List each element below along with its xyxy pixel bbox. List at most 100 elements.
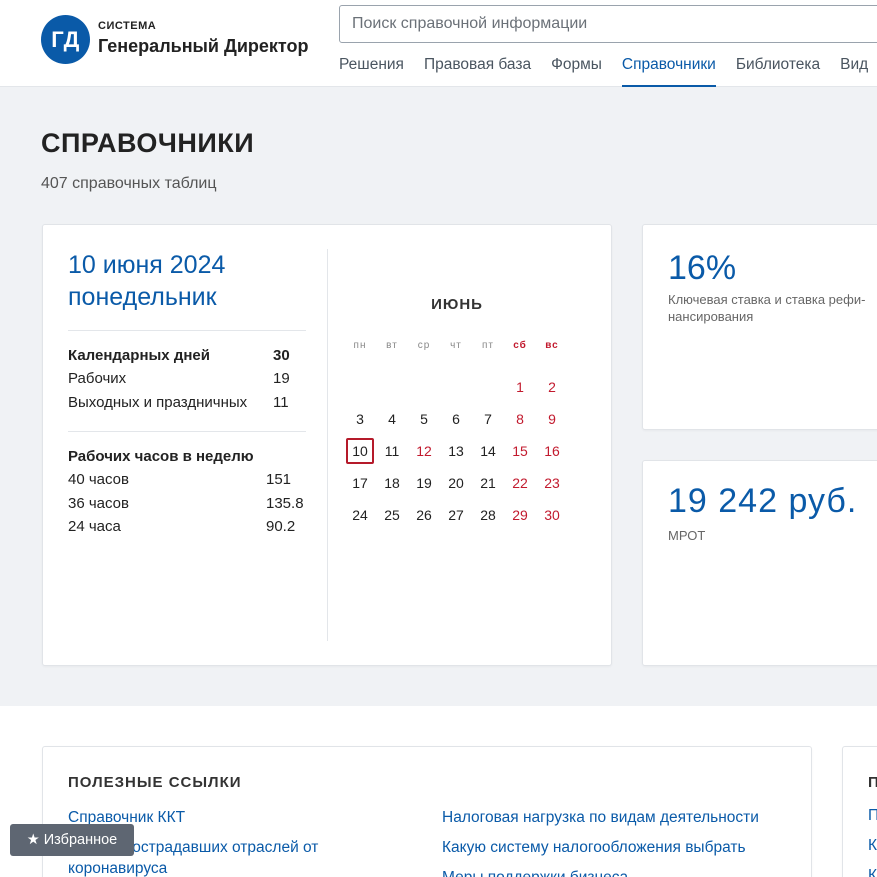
- favorites-button[interactable]: ★ Избранное: [10, 824, 134, 856]
- key-rate-value: 16%: [668, 249, 737, 287]
- calendar-day[interactable]: 26: [408, 502, 440, 528]
- current-weekday: понедельник: [68, 283, 217, 311]
- stat-value: 30: [273, 347, 290, 364]
- weekday-header: пн: [353, 340, 367, 351]
- hours-value: 151: [266, 471, 292, 488]
- calendar-day[interactable]: 12: [408, 438, 440, 464]
- calendar-day[interactable]: 16: [536, 438, 568, 464]
- calendar-day[interactable]: 5: [408, 406, 440, 432]
- hours-label: 36 часов: [68, 495, 129, 512]
- calendar-day-today[interactable]: 10: [346, 438, 374, 464]
- nav-item-references[interactable]: Справочники: [621, 54, 716, 87]
- calendar-day[interactable]: 18: [376, 470, 408, 496]
- weekday-header: вс: [545, 340, 559, 351]
- nav-item-legal-base[interactable]: Правовая база: [424, 54, 531, 87]
- search-input[interactable]: [339, 5, 877, 43]
- link-business-support[interactable]: Меры поддержки бизнеса: [442, 867, 628, 877]
- stat-value: 19: [273, 370, 290, 387]
- calendar-day[interactable]: 28: [472, 502, 504, 528]
- stat-holidays: Выходных и праздничных 11: [68, 394, 308, 411]
- link-tax-burden[interactable]: Налоговая нагрузка по видам деятельности: [442, 807, 759, 828]
- star-icon: ★: [26, 832, 40, 848]
- calendar-day[interactable]: 1: [504, 374, 536, 400]
- favorites-label: Избранное: [43, 832, 118, 848]
- calendar-day[interactable]: 9: [536, 406, 568, 432]
- right-card-link[interactable]: П: [868, 807, 877, 825]
- useful-links-card: ПОЛЕЗНЫЕ ССЫЛКИ Справочник ККТ Список по…: [42, 746, 812, 877]
- calendar-card: 10 июня 2024 понедельник Календарных дне…: [42, 224, 612, 666]
- calendar-day-empty: [440, 374, 472, 400]
- stat-label: Рабочих: [68, 370, 127, 387]
- calendar-month: ИЮНЬ: [431, 296, 483, 313]
- calendar-day[interactable]: 20: [440, 470, 472, 496]
- hours-row-36: 36 часов 135.8: [68, 495, 308, 512]
- calendar-day-empty: [472, 374, 504, 400]
- weekday-header: сб: [513, 340, 527, 351]
- calendar-day[interactable]: 27: [440, 502, 472, 528]
- weekday-header: вт: [386, 340, 398, 351]
- calendar-grid: пн вт ср чт пт сб вс 1 2 3 4 5 6 7 8 9 10 11 12 13 14 15 16 17 1…: [344, 339, 568, 531]
- calendar-day[interactable]: 8: [504, 406, 536, 432]
- hours-value: 135.8: [266, 495, 304, 512]
- calendar-day[interactable]: 24: [344, 502, 376, 528]
- hours-row-24: 24 часа 90.2: [68, 518, 308, 535]
- calendar-day[interactable]: 30: [536, 502, 568, 528]
- calendar-day[interactable]: 3: [344, 406, 376, 432]
- divider: [68, 330, 306, 331]
- calendar-day[interactable]: 22: [504, 470, 536, 496]
- right-card: П П К К: [842, 746, 877, 877]
- hours-label: 24 часа: [68, 518, 121, 535]
- nav-item-library[interactable]: Библиотека: [736, 54, 820, 87]
- stat-calendar-days: Календарных дней 30: [68, 347, 308, 364]
- stat-value: 11: [273, 394, 289, 411]
- calendar-day[interactable]: 23: [536, 470, 568, 496]
- right-card-link[interactable]: К: [868, 837, 877, 855]
- page-title: СПРАВОЧНИКИ: [41, 128, 255, 158]
- current-date: 10 июня 2024: [68, 251, 226, 279]
- page-subtitle: 407 справочных таблиц: [41, 175, 217, 192]
- nav-item-solutions[interactable]: Решения: [339, 54, 404, 87]
- calendar-day-empty: [344, 374, 376, 400]
- calendar-day[interactable]: 2: [536, 374, 568, 400]
- calendar-day[interactable]: 13: [440, 438, 472, 464]
- key-rate-label: Ключевая ставка и ставка рефи-нансирован…: [668, 292, 866, 324]
- right-card-title: П: [868, 774, 877, 791]
- nav-item-video[interactable]: Вид: [840, 54, 868, 87]
- weekday-header: пт: [482, 340, 494, 351]
- calendar-day-empty: [408, 374, 440, 400]
- hours-row-40: 40 часов 151: [68, 471, 308, 488]
- calendar-day-empty: [376, 374, 408, 400]
- hours-label: 40 часов: [68, 471, 129, 488]
- logo-caption[interactable]: СИСТЕМА: [98, 20, 156, 32]
- calendar-day[interactable]: 6: [440, 406, 472, 432]
- weekday-header: чт: [450, 340, 462, 351]
- logo-badge[interactable]: ГД: [41, 15, 90, 64]
- useful-links-title: ПОЛЕЗНЫЕ ССЫЛКИ: [68, 774, 242, 791]
- calendar-day[interactable]: 7: [472, 406, 504, 432]
- logo-title[interactable]: Генеральный Директор: [98, 36, 308, 57]
- main-nav: Решения Правовая база Формы Справочники …: [339, 54, 877, 87]
- stat-label: Выходных и праздничных: [68, 394, 248, 411]
- calendar-day[interactable]: 4: [376, 406, 408, 432]
- calendar-day[interactable]: 19: [408, 470, 440, 496]
- calendar-day[interactable]: 21: [472, 470, 504, 496]
- hours-value: 90.2: [266, 518, 296, 535]
- calendar-day[interactable]: 15: [504, 438, 536, 464]
- mrot-value: 19 242 руб.: [668, 482, 858, 520]
- header: ГД СИСТЕМА Генеральный Директор Решения …: [0, 0, 877, 87]
- link-tax-system[interactable]: Какую систему налогообложения выбрать: [442, 837, 746, 858]
- calendar-day[interactable]: 11: [376, 438, 408, 464]
- calendar-day[interactable]: 14: [472, 438, 504, 464]
- right-card-link[interactable]: К: [868, 867, 877, 877]
- vertical-divider: [327, 249, 328, 641]
- divider: [68, 431, 306, 432]
- stat-working-days: Рабочих 19: [68, 370, 308, 387]
- calendar-day[interactable]: 17: [344, 470, 376, 496]
- key-rate-card[interactable]: 16% Ключевая ставка и ставка рефи-нансир…: [642, 224, 877, 430]
- mrot-card[interactable]: 19 242 руб. МРОТ: [642, 460, 877, 666]
- calendar-day[interactable]: 25: [376, 502, 408, 528]
- calendar-day[interactable]: 29: [504, 502, 536, 528]
- stat-label: Календарных дней: [68, 347, 210, 364]
- nav-item-forms[interactable]: Формы: [551, 54, 602, 87]
- mrot-label: МРОТ: [668, 528, 706, 543]
